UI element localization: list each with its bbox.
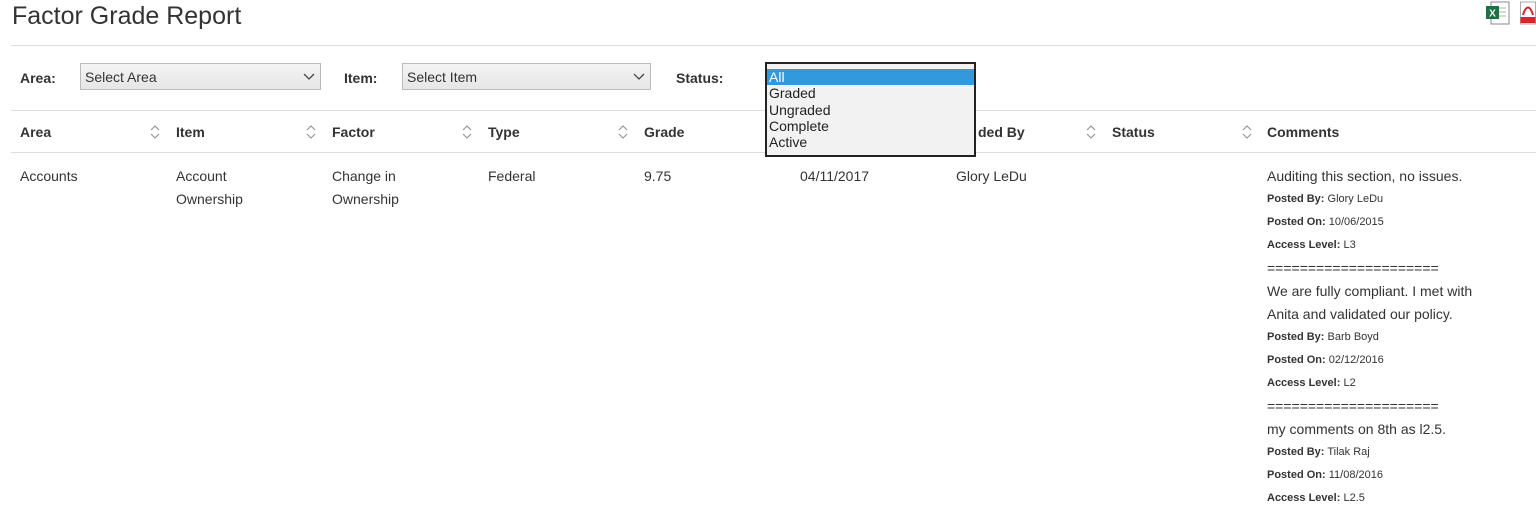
comment-text: We are fully compliant. I met with	[1267, 283, 1473, 299]
status-filter-label: Status:	[676, 70, 724, 86]
cell-area: Accounts	[20, 168, 78, 184]
comment-posted-by: Posted By: Barb Boyd	[1267, 326, 1472, 349]
comment-text: Auditing this section, no issues.	[1267, 168, 1463, 184]
posted-by-label: Posted By:	[1267, 331, 1325, 343]
comment-date: 02/12/2016	[1328, 354, 1384, 366]
sort-icon[interactable]	[150, 124, 160, 140]
comment-posted-on: Posted On: 11/08/2016	[1267, 464, 1472, 487]
sort-icon[interactable]	[618, 124, 628, 140]
cell-factor-line: Change in	[332, 168, 396, 184]
comment-access-level: Access Level: L2	[1267, 372, 1472, 395]
cell-type: Federal	[488, 168, 536, 184]
comment-posted-by: Posted By: Glory LeDu	[1267, 188, 1472, 211]
cell-graded-by: Glory LeDu	[956, 168, 1027, 184]
chevron-down-icon	[633, 73, 645, 80]
access-level-label: Access Level:	[1267, 377, 1341, 389]
comment-text: Anita and validated our policy.	[1267, 306, 1453, 322]
posted-by-label: Posted By:	[1267, 446, 1325, 458]
comment-date: 11/08/2016	[1328, 469, 1383, 481]
column-header-factor[interactable]: Factor	[332, 124, 375, 140]
comment-date: 10/06/2015	[1328, 216, 1384, 228]
comment-posted-by: Posted By: Tilak Raj	[1267, 441, 1472, 464]
column-header-graded-by[interactable]: ded By	[978, 124, 1025, 140]
title-divider	[11, 45, 1536, 46]
pdf-export-icon[interactable]	[1520, 1, 1536, 30]
item-select[interactable]: Select Item	[402, 63, 651, 90]
comment-level: L3	[1343, 239, 1356, 251]
comment-access-level: Access Level: L3	[1267, 234, 1472, 257]
access-level-label: Access Level:	[1267, 239, 1341, 251]
sort-icon[interactable]	[1242, 124, 1252, 140]
cell-grade: 9.75	[644, 168, 672, 184]
svg-text:X: X	[1489, 9, 1496, 20]
column-header-type[interactable]: Type	[488, 124, 520, 140]
comment-text: my comments on 8th as l2.5.	[1267, 421, 1446, 437]
cell-factor: Change in Ownership	[332, 165, 399, 211]
posted-on-label: Posted On:	[1267, 216, 1326, 228]
chevron-down-icon	[303, 73, 315, 80]
posted-by-label: Posted By:	[1267, 193, 1325, 205]
status-option-all[interactable]: All	[767, 69, 974, 86]
comment-author: Glory LeDu	[1327, 193, 1384, 205]
cell-item: Account Ownership	[176, 165, 243, 211]
cell-item-line: Account	[176, 168, 227, 184]
area-select[interactable]: Select Area	[80, 63, 321, 90]
column-header-item[interactable]: Item	[176, 124, 205, 140]
status-option-active[interactable]: Active	[767, 134, 974, 150]
page-title: Factor Grade Report	[12, 2, 242, 30]
comment-separator: =====================	[1267, 398, 1439, 414]
comment-posted-on: Posted On: 10/06/2015	[1267, 211, 1472, 234]
posted-on-label: Posted On:	[1267, 354, 1326, 366]
status-option-ungraded[interactable]: Ungraded	[767, 102, 974, 118]
access-level-label: Access Level:	[1267, 492, 1341, 504]
excel-export-icon[interactable]: X	[1485, 1, 1511, 30]
sort-icon[interactable]	[1086, 124, 1096, 140]
cell-comments: Auditing this section, no issues. Posted…	[1267, 165, 1472, 510]
cell-factor-line: Ownership	[332, 191, 399, 207]
sort-icon[interactable]	[306, 124, 316, 140]
comment-separator: =====================	[1267, 260, 1439, 276]
comment-author: Barb Boyd	[1327, 331, 1379, 343]
area-filter-label: Area:	[20, 70, 56, 86]
item-filter-label: Item:	[344, 70, 378, 86]
column-header-status[interactable]: Status	[1112, 124, 1155, 140]
status-listbox[interactable]: All Graded Ungraded Complete Active	[765, 62, 976, 157]
column-header-grade[interactable]: Grade	[644, 124, 684, 140]
comment-level: L2	[1343, 377, 1356, 389]
cell-item-line: Ownership	[176, 191, 243, 207]
sort-icon[interactable]	[462, 124, 472, 140]
comment-author: Tilak Raj	[1327, 446, 1370, 458]
item-select-value: Select Item	[407, 69, 478, 85]
comment-posted-on: Posted On: 02/12/2016	[1267, 349, 1472, 372]
status-option-complete[interactable]: Complete	[767, 118, 974, 134]
comment-level: L2.5	[1343, 492, 1365, 504]
area-select-value: Select Area	[85, 69, 157, 85]
column-header-area[interactable]: Area	[20, 124, 51, 140]
cell-date: 04/11/2017	[800, 168, 870, 184]
posted-on-label: Posted On:	[1267, 469, 1326, 481]
status-option-graded[interactable]: Graded	[767, 85, 974, 101]
column-header-comments[interactable]: Comments	[1267, 124, 1339, 140]
